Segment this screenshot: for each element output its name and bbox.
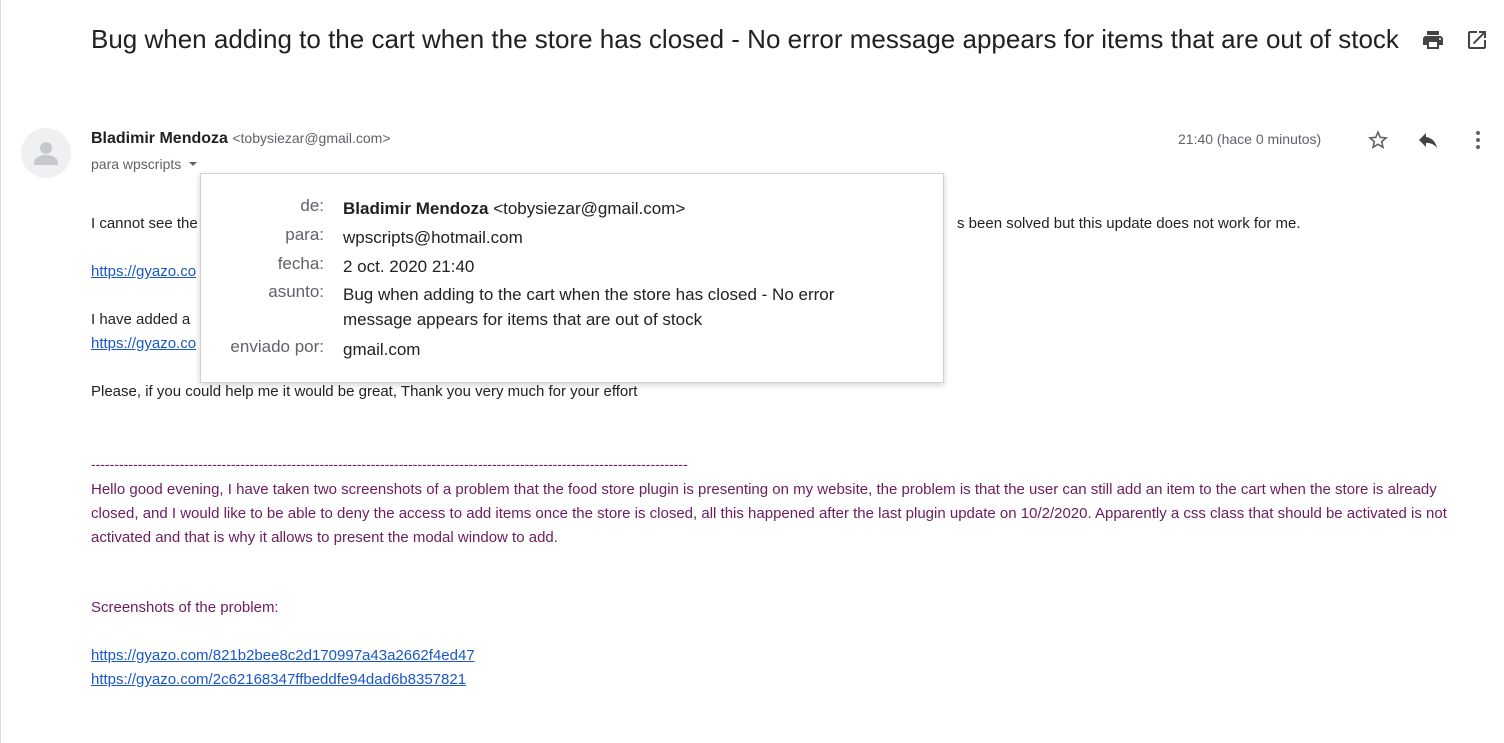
screenshot-link-2[interactable]: https://gyazo.com/2c62168347ffbeddfe94da… bbox=[91, 671, 466, 688]
recipient-summary: para wpscripts bbox=[91, 156, 182, 172]
body-line-1-start: I cannot see the bbox=[91, 215, 198, 232]
recipient-details-toggle[interactable]: para wpscripts bbox=[91, 156, 201, 172]
default-avatar-icon bbox=[21, 128, 71, 178]
popup-subject-value: Bug when adding to the cart when the sto… bbox=[343, 285, 835, 329]
quoted-paragraph: Hello good evening, I have taken two scr… bbox=[91, 481, 1447, 546]
popup-from-name: Bladimir Mendoza bbox=[343, 199, 489, 218]
open-in-new-window-icon[interactable] bbox=[1465, 28, 1489, 52]
body-closing-line: Please, if you could help me it would be… bbox=[91, 383, 638, 400]
popup-sent-by-value: gmail.com bbox=[343, 340, 421, 359]
popup-date-label: fecha: bbox=[277, 254, 324, 273]
body-line-3-start: I have added a bbox=[91, 311, 191, 328]
popup-date-value: 2 oct. 2020 21:40 bbox=[343, 257, 475, 276]
popup-to-label: para: bbox=[285, 225, 324, 244]
body-line-1-end: s been solved but this update does not w… bbox=[957, 215, 1301, 232]
sender-line: Bladimir Mendoza <tobysiezar@gmail.com> bbox=[91, 130, 391, 148]
caret-down-icon bbox=[189, 162, 198, 166]
screenshots-label: Screenshots of the problem: bbox=[91, 599, 279, 616]
body-link-2[interactable]: https://gyazo.co bbox=[91, 335, 196, 352]
popup-from-email: <tobysiezar@gmail.com> bbox=[493, 199, 686, 218]
window-edge bbox=[0, 0, 1, 743]
quote-divider: ----------------------------------------… bbox=[91, 456, 688, 472]
popup-from-label: de: bbox=[300, 196, 324, 215]
popup-sent-by-label: enviado por: bbox=[230, 337, 324, 356]
popup-from-value: Bladimir Mendoza <tobysiezar@gmail.com> bbox=[343, 196, 883, 221]
sender-name[interactable]: Bladimir Mendoza bbox=[91, 130, 228, 147]
print-icon[interactable] bbox=[1421, 28, 1445, 52]
star-icon[interactable] bbox=[1366, 128, 1390, 152]
email-subject: Bug when adding to the cart when the sto… bbox=[91, 24, 1399, 54]
more-vertical-icon[interactable] bbox=[1466, 128, 1490, 152]
reply-icon[interactable] bbox=[1416, 128, 1440, 152]
screenshot-link-1[interactable]: https://gyazo.com/821b2bee8c2d170997a43a… bbox=[91, 647, 475, 664]
popup-subject-label: asunto: bbox=[268, 282, 324, 301]
sender-email: <tobysiezar@gmail.com> bbox=[232, 130, 391, 146]
body-link-1[interactable]: https://gyazo.co bbox=[91, 263, 196, 280]
message-details-popup: de: Bladimir Mendoza <tobysiezar@gmail.c… bbox=[200, 173, 944, 383]
email-timestamp: 21:40 (hace 0 minutos) bbox=[1178, 131, 1322, 147]
popup-to-value: wpscripts@hotmail.com bbox=[343, 228, 523, 247]
